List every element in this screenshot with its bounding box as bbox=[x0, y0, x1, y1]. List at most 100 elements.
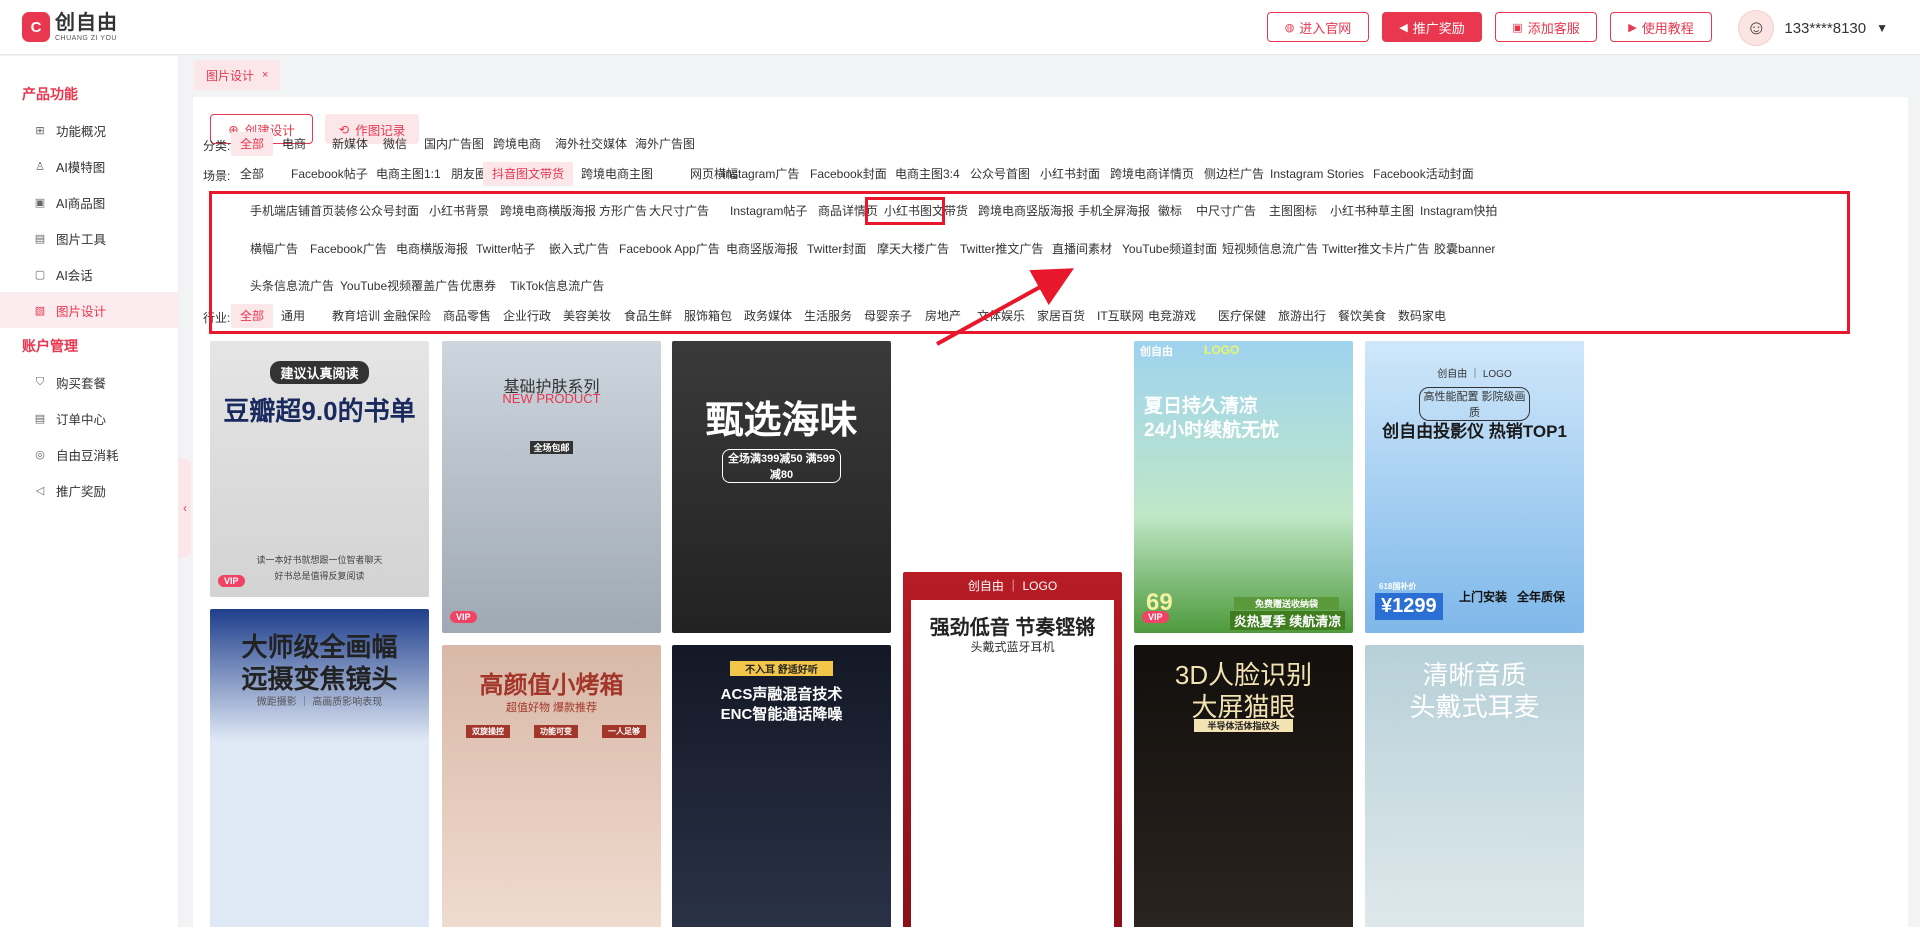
industry-chip[interactable]: 电竞游戏 bbox=[1139, 304, 1205, 328]
sidebar-item-beans[interactable]: ◎ 自由豆消耗 bbox=[0, 436, 178, 472]
category-chip[interactable]: 海外广告图 bbox=[626, 132, 704, 156]
industry-chip[interactable]: 金融保险 bbox=[374, 304, 440, 328]
scene-chip[interactable]: TikTok信息流广告 bbox=[501, 274, 613, 298]
official-site-button[interactable]: ◍ 进入官网 bbox=[1267, 12, 1369, 42]
category-chip[interactable]: 电商 bbox=[273, 132, 315, 156]
scene-chip[interactable]: Instagram帖子 bbox=[721, 199, 816, 223]
scene-chip[interactable]: 嵌入式广告 bbox=[540, 237, 618, 261]
scene-chip[interactable]: Facebook活动封面 bbox=[1364, 162, 1483, 186]
user-menu[interactable]: ☺ 133****8130 ▼ bbox=[1738, 10, 1888, 46]
scene-chip[interactable]: 小红书封面 bbox=[1031, 162, 1109, 186]
category-chip[interactable]: 全部 bbox=[231, 132, 274, 156]
template-card[interactable]: 甄选海味 全场满399减50 满599减80 bbox=[672, 341, 891, 633]
sidebar-collapse-toggle[interactable]: ‹ bbox=[179, 458, 191, 558]
industry-chip[interactable]: 食品生鲜 bbox=[615, 304, 681, 328]
scene-chip[interactable]: YouTube视频覆盖广告 bbox=[331, 274, 468, 298]
sidebar-item-ai-model[interactable]: ♙ AI模特图 bbox=[0, 148, 178, 184]
industry-chip[interactable]: 餐饮美食 bbox=[1329, 304, 1395, 328]
template-card[interactable]: 清晰音质 头戴式耳麦 bbox=[1365, 645, 1584, 927]
scene-chip[interactable]: 小红书种草主图 bbox=[1321, 199, 1423, 223]
industry-chip[interactable]: 生活服务 bbox=[795, 304, 861, 328]
sidebar-item-orders[interactable]: ▤ 订单中心 bbox=[0, 400, 178, 436]
tutorial-button[interactable]: ▶ 使用教程 bbox=[1610, 12, 1712, 42]
scene-chip[interactable]: Facebook帖子 bbox=[282, 162, 377, 186]
template-card[interactable]: 3D人脸识别 大屏猫眼 半导体活体指纹头 bbox=[1134, 645, 1353, 927]
scene-chip[interactable]: 小红书背景 bbox=[420, 199, 498, 223]
industry-chip[interactable]: 旅游出行 bbox=[1269, 304, 1335, 328]
scene-chip[interactable]: Twitter帖子 bbox=[467, 237, 544, 261]
scene-chip[interactable]: 直播间素材 bbox=[1043, 237, 1121, 261]
template-card[interactable]: 基础护肤系列 NEW PRODUCT 全场包邮 VIP bbox=[442, 341, 661, 633]
sidebar-item-image-tools[interactable]: ▤ 图片工具 bbox=[0, 220, 178, 256]
scene-chip[interactable]: 优惠券 bbox=[451, 274, 505, 298]
scene-chip[interactable]: 电商主图3:4 bbox=[886, 162, 969, 186]
category-chip[interactable]: 海外社交媒体 bbox=[546, 132, 636, 156]
category-chip[interactable]: 微信 bbox=[374, 132, 416, 156]
industry-chip[interactable]: 文体娱乐 bbox=[968, 304, 1034, 328]
scene-chip[interactable]: 跨境电商竖版海报 bbox=[969, 199, 1083, 223]
scene-chip[interactable]: Twitter封面 bbox=[798, 237, 875, 261]
scene-chip[interactable]: 抖音图文带货 bbox=[483, 162, 574, 186]
scene-chip[interactable]: Instagram广告 bbox=[713, 162, 808, 186]
scene-chip[interactable]: 主图图标 bbox=[1260, 199, 1326, 223]
scene-chip[interactable]: Twitter推文广告 bbox=[951, 237, 1052, 261]
template-card[interactable]: 创自由 ｜ LOGO 高性能配置 影院级画质 创自由投影仪 热销TOP1 618国补价… bbox=[1365, 341, 1584, 633]
sidebar-item-image-design[interactable]: ▧ 图片设计 bbox=[0, 292, 178, 328]
scene-chip[interactable]: 手机全屏海报 bbox=[1069, 199, 1159, 223]
scene-chip[interactable]: 公众号封面 bbox=[350, 199, 428, 223]
close-icon[interactable]: × bbox=[262, 69, 268, 81]
sidebar-item-ai-chat[interactable]: ▢ AI会话 bbox=[0, 256, 178, 292]
industry-chip[interactable]: 医疗保健 bbox=[1209, 304, 1275, 328]
scene-chip[interactable]: 横幅广告 bbox=[241, 237, 307, 261]
category-chip[interactable]: 国内广告图 bbox=[415, 132, 493, 156]
template-card[interactable]: 大师级全画幅 远摄变焦镜头 微距摄影 ｜ 高画质影响表现 bbox=[210, 609, 429, 927]
sidebar-item-promotion[interactable]: ◁ 推广奖励 bbox=[0, 472, 178, 508]
scene-chip[interactable]: 公众号首图 bbox=[961, 162, 1039, 186]
sidebar-item-ai-product[interactable]: ▣ AI商品图 bbox=[0, 184, 178, 220]
scene-chip[interactable]: Facebook广告 bbox=[301, 237, 396, 261]
scene-chip[interactable]: 摩天大楼广告 bbox=[868, 237, 958, 261]
template-card[interactable]: 建议认真阅读 豆瓣超9.0的书单 读一本好书就想跟一位智者聊天 好书总是值得反复阅读 V… bbox=[210, 341, 429, 597]
category-chip[interactable]: 新媒体 bbox=[323, 132, 377, 156]
industry-chip[interactable]: 全部 bbox=[231, 304, 274, 328]
industry-chip[interactable]: 企业行政 bbox=[494, 304, 560, 328]
industry-chip[interactable]: 母婴亲子 bbox=[855, 304, 921, 328]
industry-chip[interactable]: 美容美妆 bbox=[554, 304, 620, 328]
scene-chip[interactable]: 电商横版海报 bbox=[387, 237, 477, 261]
scene-chip[interactable]: 电商主图1:1 bbox=[367, 162, 450, 186]
template-card[interactable]: 不入耳 舒适好听 ACS声融混音技术 ENC智能通话降噪 bbox=[672, 645, 891, 927]
scene-chip[interactable]: Facebook App广告 bbox=[610, 237, 729, 261]
industry-chip[interactable]: 房地产 bbox=[916, 304, 970, 328]
scene-chip[interactable]: 跨境电商主图 bbox=[572, 162, 662, 186]
scene-chip[interactable]: Facebook封面 bbox=[801, 162, 896, 186]
add-support-button[interactable]: ▣ 添加客服 bbox=[1495, 12, 1597, 42]
tab-image-design[interactable]: 图片设计 × bbox=[194, 60, 281, 90]
scene-chip[interactable]: 跨境电商详情页 bbox=[1101, 162, 1203, 186]
scene-chip[interactable]: Instagram快拍 bbox=[1411, 199, 1506, 223]
brand-logo[interactable]: C 创自由 CHUANG ZI YOU bbox=[22, 12, 118, 42]
sidebar-item-purchase[interactable]: ⛉ 购买套餐 bbox=[0, 364, 178, 400]
scene-chip[interactable]: YouTube频道封面 bbox=[1113, 237, 1226, 261]
scene-chip[interactable]: 手机端店铺首页装修 bbox=[241, 199, 367, 223]
template-card[interactable]: 创自由 LOGO 夏日持久清凉 24小时续航无忧 免费赠送收纳袋 炎热夏季 续航清凉 69 V… bbox=[1134, 341, 1353, 633]
category-chip[interactable]: 跨境电商 bbox=[484, 132, 550, 156]
scene-chip[interactable]: 胶囊banner bbox=[1425, 237, 1504, 261]
industry-chip[interactable]: 通用 bbox=[272, 304, 314, 328]
scene-chip[interactable]: 中尺寸广告 bbox=[1187, 199, 1265, 223]
scene-chip[interactable]: 徽标 bbox=[1149, 199, 1191, 223]
scene-chip[interactable]: 头条信息流广告 bbox=[241, 274, 343, 298]
scene-chip[interactable]: 全部 bbox=[231, 162, 273, 186]
promotion-reward-button[interactable]: ◀ 推广奖励 bbox=[1382, 12, 1482, 42]
scene-chip[interactable]: 电商竖版海报 bbox=[717, 237, 807, 261]
scene-chip[interactable]: Instagram Stories bbox=[1261, 162, 1373, 186]
scene-chip[interactable]: 跨境电商横版海报 bbox=[491, 199, 605, 223]
industry-chip[interactable]: 家居百货 bbox=[1028, 304, 1094, 328]
template-card[interactable]: 创自由 ｜ LOGO 强劲低音 节奏铿锵 头戴式蓝牙耳机 bbox=[903, 572, 1122, 927]
template-card[interactable]: 高颜值小烤箱 超值好物 爆款推荐 双旋操控 功能可变 一人足够 bbox=[442, 645, 661, 927]
industry-chip[interactable]: 商品零售 bbox=[434, 304, 500, 328]
industry-chip[interactable]: 政务媒体 bbox=[735, 304, 801, 328]
industry-chip[interactable]: 服饰箱包 bbox=[675, 304, 741, 328]
sidebar-item-overview[interactable]: ⊞ 功能概况 bbox=[0, 112, 178, 148]
scene-chip[interactable]: Twitter推文卡片广告 bbox=[1313, 237, 1438, 261]
industry-chip[interactable]: 数码家电 bbox=[1389, 304, 1455, 328]
